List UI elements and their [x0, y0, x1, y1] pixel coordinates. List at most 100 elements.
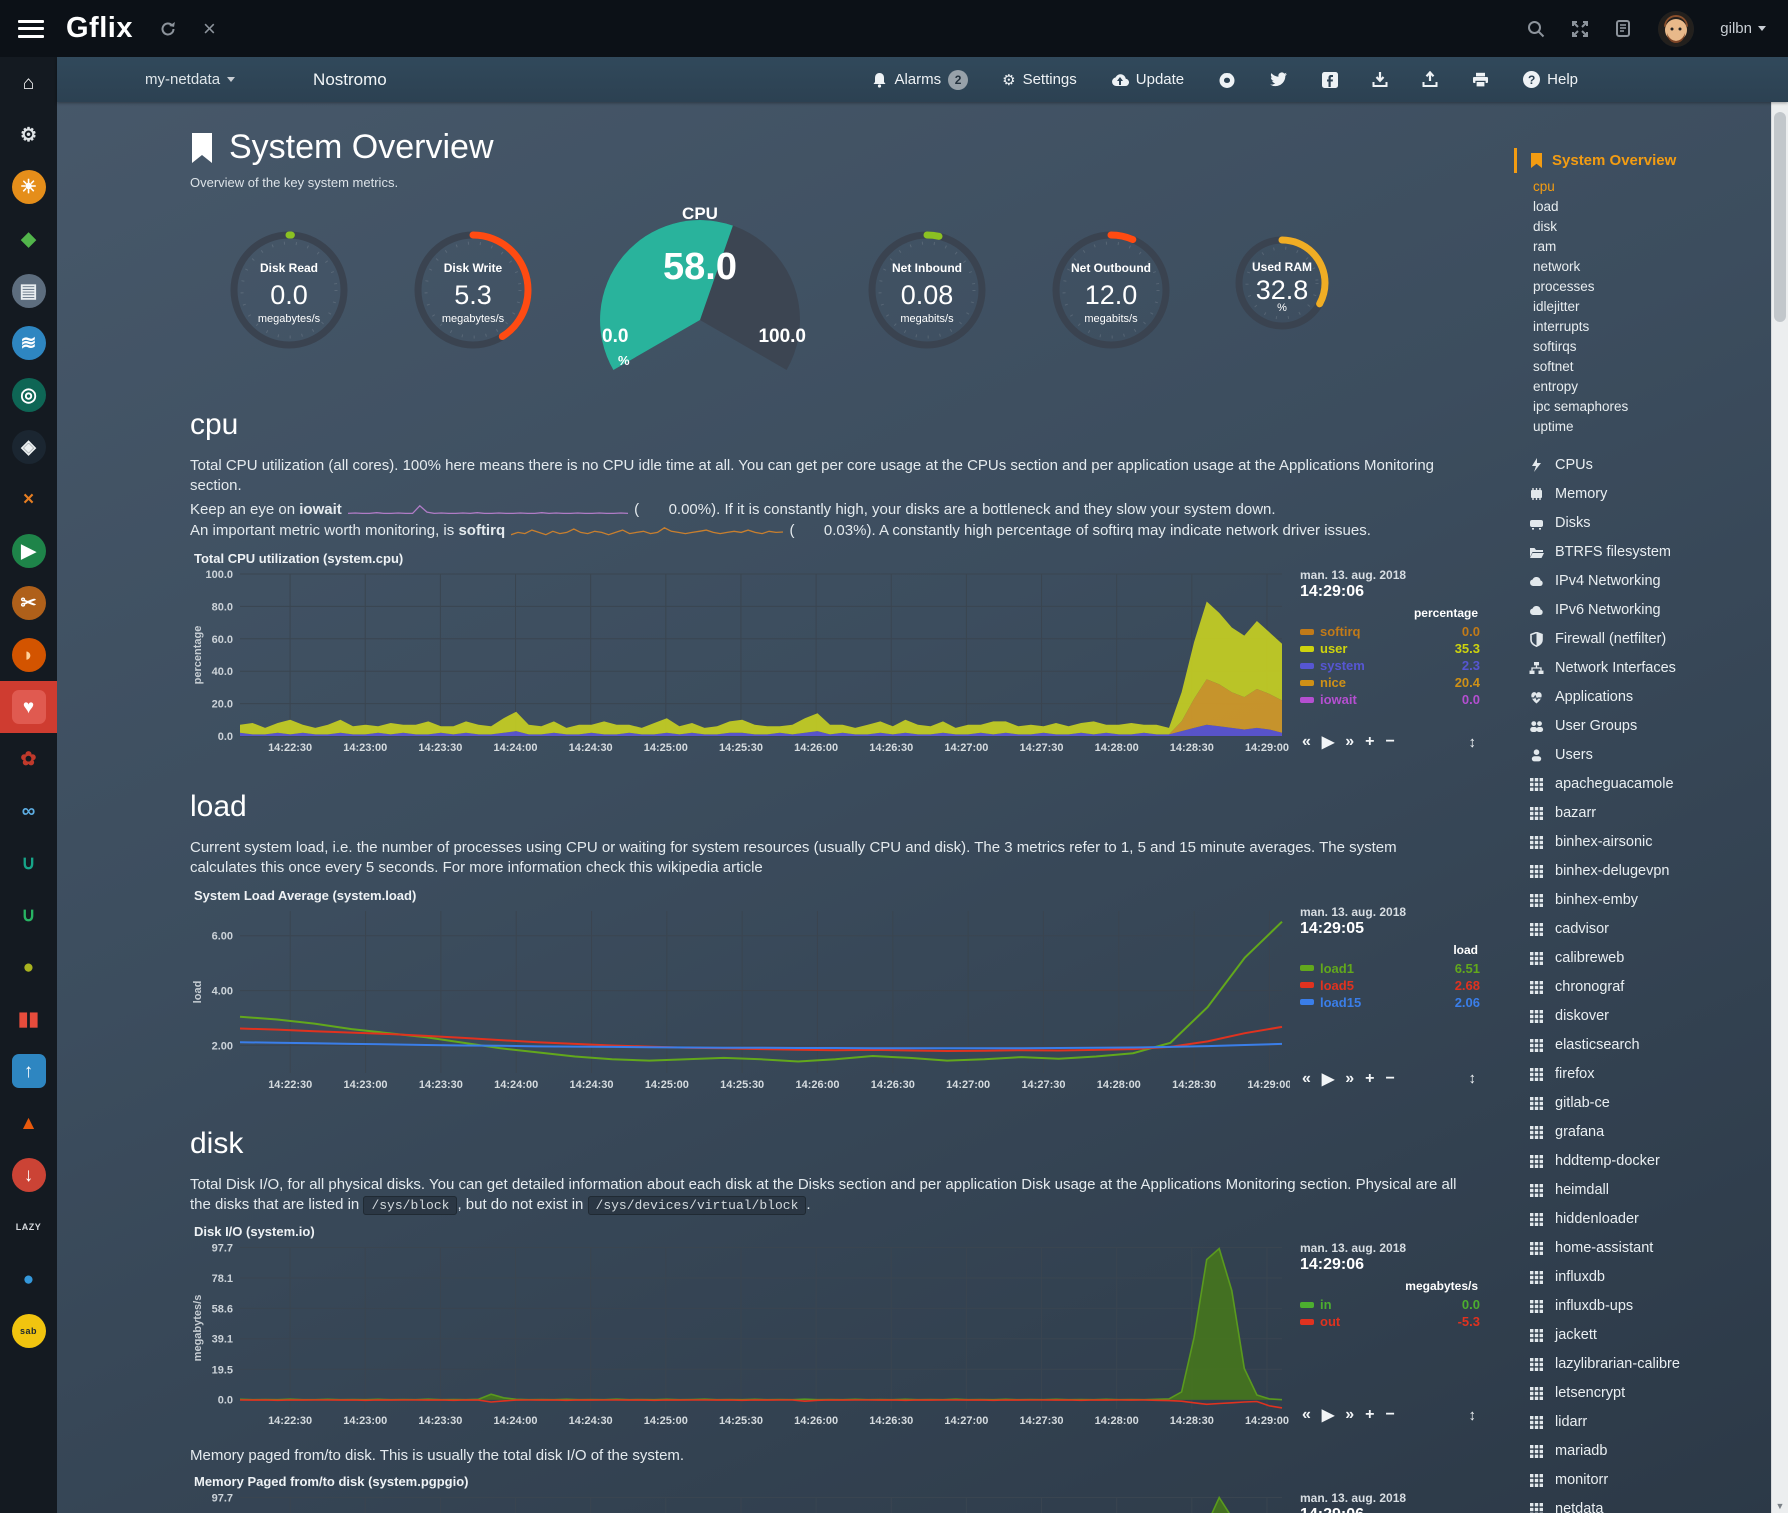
green-u-app-icon[interactable]: ∪ — [0, 889, 57, 941]
drop-app-icon[interactable]: ● — [0, 1253, 57, 1305]
nav-subitem-load[interactable]: load — [1533, 197, 1771, 217]
upload-button[interactable] — [1422, 71, 1438, 88]
nav-app-jackett[interactable]: jackett — [1528, 1321, 1771, 1350]
nav-app-firefox[interactable]: firefox — [1528, 1060, 1771, 1089]
gauge-cpu[interactable]: CPU58.00.0%100.0 — [592, 206, 808, 374]
nav-section-firewall-netfilter-[interactable]: Firewall (netfilter) — [1528, 625, 1771, 654]
legend-item-load1[interactable]: load16.51 — [1300, 960, 1480, 977]
netdata-active-icon[interactable]: ♥ — [0, 681, 57, 733]
zoom-out-button[interactable]: − — [1385, 1406, 1394, 1424]
refresh-icon[interactable] — [159, 20, 177, 38]
download-button[interactable] — [1372, 71, 1388, 88]
legend-item-load5[interactable]: load52.68 — [1300, 977, 1480, 994]
scrollbar-thumb[interactable] — [1774, 112, 1786, 322]
menu-icon[interactable] — [18, 20, 44, 38]
gauge-net-outbound[interactable]: Net Outbound12.0megabits/s — [1046, 225, 1176, 355]
nav-app-cadvisor[interactable]: cadvisor — [1528, 915, 1771, 944]
fullscreen-icon[interactable] — [1571, 20, 1589, 38]
cutter-app-icon[interactable]: ✂ — [0, 577, 57, 629]
nav-app-netdata[interactable]: netdata — [1528, 1495, 1771, 1513]
olive-app-icon[interactable]: ● — [0, 941, 57, 993]
nav-subitem-processes[interactable]: processes — [1533, 277, 1771, 297]
firefox-icon[interactable]: ◗ — [0, 629, 57, 681]
nav-app-influxdb-ups[interactable]: influxdb-ups — [1528, 1292, 1771, 1321]
alarms-button[interactable]: Alarms 2 — [872, 70, 968, 90]
nav-subitem-softnet[interactable]: softnet — [1533, 357, 1771, 377]
nav-app-monitorr[interactable]: monitorr — [1528, 1466, 1771, 1495]
legend-item-out[interactable]: out-5.3 — [1300, 1313, 1480, 1330]
nav-section-users[interactable]: Users — [1528, 741, 1771, 770]
update-button[interactable]: Update — [1111, 71, 1184, 88]
legend-item-load15[interactable]: load152.06 — [1300, 994, 1480, 1011]
nav-app-gitlab-ce[interactable]: gitlab-ce — [1528, 1089, 1771, 1118]
nav-app-hiddenloader[interactable]: hiddenloader — [1528, 1205, 1771, 1234]
tile-app-icon[interactable]: ↑ — [0, 1045, 57, 1097]
resize-handle[interactable]: ↕ — [1469, 1407, 1477, 1424]
github-button[interactable] — [1218, 71, 1236, 89]
nav-subitem-ipc-semaphores[interactable]: ipc semaphores — [1533, 397, 1771, 417]
changelog-icon[interactable] — [1615, 20, 1632, 38]
avatar[interactable] — [1658, 11, 1694, 47]
help-button[interactable]: ? Help — [1523, 71, 1578, 88]
gitlab-icon[interactable]: ▲ — [0, 1097, 57, 1149]
nav-app-binhex-emby[interactable]: binhex-emby — [1528, 886, 1771, 915]
zoom-out-button[interactable]: − — [1385, 733, 1394, 751]
sabnzbd-icon[interactable]: sab — [0, 1305, 57, 1357]
pan-forward-button[interactable]: » — [1345, 1406, 1354, 1424]
nav-app-binhex-delugevpn[interactable]: binhex-delugevpn — [1528, 857, 1771, 886]
nav-app-lazylibrarian-calibre[interactable]: lazylibrarian-calibre — [1528, 1350, 1771, 1379]
chronograf-app-icon[interactable]: × — [0, 473, 57, 525]
nav-app-letsencrypt[interactable]: letsencrypt — [1528, 1379, 1771, 1408]
nav-app-elasticsearch[interactable]: elasticsearch — [1528, 1031, 1771, 1060]
nav-subitem-uptime[interactable]: uptime — [1533, 417, 1771, 437]
nav-subitem-ram[interactable]: ram — [1533, 237, 1771, 257]
gauge-used-ram[interactable]: Used RAM32.8% — [1230, 231, 1334, 335]
play-button[interactable]: ▶ — [1322, 732, 1334, 752]
pan-forward-button[interactable]: » — [1345, 733, 1354, 751]
search-icon[interactable] — [1527, 20, 1545, 38]
emby-icon[interactable]: ◆ — [0, 213, 57, 265]
nav-section-system-overview[interactable]: System Overview — [1514, 148, 1771, 173]
nav-app-heimdall[interactable]: heimdall — [1528, 1176, 1771, 1205]
resize-handle[interactable]: ↕ — [1469, 734, 1477, 751]
pills-app-icon[interactable]: ▮▮ — [0, 993, 57, 1045]
nav-section-network-interfaces[interactable]: Network Interfaces — [1528, 654, 1771, 683]
twitter-button[interactable] — [1270, 72, 1288, 87]
nav-subitem-disk[interactable]: disk — [1533, 217, 1771, 237]
play-button[interactable]: ▶ — [1322, 1405, 1334, 1425]
zoom-out-button[interactable]: − — [1385, 1070, 1394, 1088]
nav-section-applications[interactable]: Applications — [1528, 683, 1771, 712]
settings-icon[interactable]: ⚙ — [0, 109, 57, 161]
legend-item-softirq[interactable]: softirq0.0 — [1300, 623, 1480, 640]
pan-forward-button[interactable]: » — [1345, 1070, 1354, 1088]
legend-item-system[interactable]: system2.3 — [1300, 657, 1480, 674]
gauge-disk-write[interactable]: Disk Write5.3megabytes/s — [408, 225, 538, 355]
chart-canvas-pgpgio[interactable]: 14:22:3014:23:0014:23:3014:24:0014:24:30… — [190, 1491, 1290, 1513]
lazylibrarian-icon[interactable]: LAZY — [0, 1201, 57, 1253]
deluge-icon[interactable]: ∞ — [0, 785, 57, 837]
nav-subitem-network[interactable]: network — [1533, 257, 1771, 277]
zoom-in-button[interactable]: + — [1365, 1070, 1374, 1088]
nav-subitem-idlejitter[interactable]: idlejitter — [1533, 297, 1771, 317]
nav-subitem-interrupts[interactable]: interrupts — [1533, 317, 1771, 337]
nav-section-disks[interactable]: Disks — [1528, 509, 1771, 538]
legend-item-iowait[interactable]: iowait0.0 — [1300, 691, 1480, 708]
nav-section-btrfs-filesystem[interactable]: BTRFS filesystem — [1528, 538, 1771, 567]
nav-subitem-cpu[interactable]: cpu — [1533, 177, 1771, 197]
legend-item-in[interactable]: in0.0 — [1300, 1296, 1480, 1313]
elasticsearch-app-icon[interactable]: ◎ — [0, 369, 57, 421]
nav-app-binhex-airsonic[interactable]: binhex-airsonic — [1528, 828, 1771, 857]
legend-item-nice[interactable]: nice20.4 — [1300, 674, 1480, 691]
close-icon[interactable]: × — [203, 16, 216, 42]
server-dropdown[interactable]: my-netdata — [145, 71, 235, 88]
gauge-net-inbound[interactable]: Net Inbound0.08megabits/s — [862, 225, 992, 355]
pan-backward-button[interactable]: « — [1302, 1406, 1311, 1424]
facebook-button[interactable] — [1322, 72, 1338, 88]
home-icon[interactable]: ⌂ — [0, 57, 57, 109]
zoom-in-button[interactable]: + — [1365, 733, 1374, 751]
nav-app-calibreweb[interactable]: calibreweb — [1528, 944, 1771, 973]
speed-app-icon[interactable]: ▶ — [0, 525, 57, 577]
downloader-app-icon[interactable]: ↓ — [0, 1149, 57, 1201]
teal-u-app-icon[interactable]: ∪ — [0, 837, 57, 889]
print-button[interactable] — [1472, 72, 1489, 88]
